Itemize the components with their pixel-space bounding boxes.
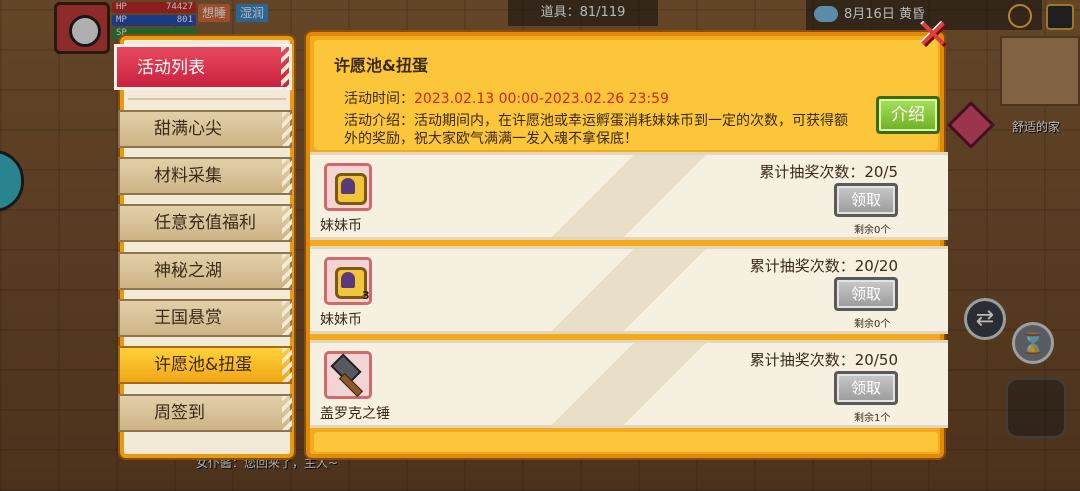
event-time-value: 2023.02.13 00:00-2023.02.26 23:59 (414, 91, 669, 107)
hammer-icon[interactable] (324, 351, 372, 399)
intro-button[interactable]: 介绍 (876, 96, 940, 134)
event-time: 活动时间：2023.02.13 00:00-2023.02.26 23:59 (344, 90, 669, 108)
draw-progress: 累计抽奖次数：20/5 (759, 163, 898, 181)
sidebar-item-weekly-signin[interactable]: 周签到 (118, 394, 292, 432)
sidebar-item-material-gathering[interactable]: 材料采集 (118, 157, 292, 195)
event-description: 活动介绍：活动期间内，在许愿池或幸运孵蛋消耗妹妹币到一定的次数，可获得额外的奖励… (344, 113, 848, 147)
claim-button[interactable]: 领取 (834, 183, 898, 217)
claim-button[interactable]: 领取 (834, 277, 898, 311)
reward-name: 妹妹币 (320, 218, 362, 234)
event-detail-panel: 许愿池&扭蛋 活动时间：2023.02.13 00:00-2023.02.26 … (306, 32, 948, 458)
reward-quantity: 3 (362, 289, 370, 302)
reward-row: 妹妹币 累计抽奖次数：20/5 领取 剩余0个 (310, 152, 948, 240)
reward-name: 妹妹币 (320, 312, 362, 328)
reward-name: 盖罗克之锤 (320, 406, 390, 422)
event-title: 许愿池&扭蛋 (334, 56, 428, 75)
panel-footer (314, 432, 938, 452)
sidebar-item-sweet-heart[interactable]: 甜满心尖 (118, 110, 292, 148)
sidebar-item-mystery-lake[interactable]: 神秘之湖 (118, 252, 292, 290)
event-time-label: 活动时间： (344, 91, 414, 107)
draw-progress: 累计抽奖次数：20/50 (749, 351, 898, 369)
remaining-count: 剩余0个 (854, 319, 891, 330)
tab-event-list[interactable]: 活动列表 (114, 44, 292, 90)
divider (128, 98, 286, 100)
sidebar-item-kingdom-bounty[interactable]: 王国悬赏 (118, 299, 292, 337)
remaining-count: 剩余1个 (854, 413, 891, 424)
close-icon[interactable]: ✕ (914, 15, 952, 55)
event-category-panel: 活动列表 甜满心尖 材料采集 任意充值福利 神秘之湖 王国悬赏 许愿池&扭蛋 周… (114, 36, 294, 458)
event-header: 许愿池&扭蛋 活动时间：2023.02.13 00:00-2023.02.26 … (314, 40, 940, 150)
reward-row: 3 妹妹币 累计抽奖次数：20/20 领取 剩余0个 (310, 246, 948, 334)
reward-row: 盖罗克之锤 累计抽奖次数：20/50 领取 剩余1个 (310, 340, 948, 428)
sidebar-item-wishing-well[interactable]: 许愿池&扭蛋 (118, 346, 292, 384)
sidebar-item-recharge-bonus[interactable]: 任意充值福利 (118, 204, 292, 242)
claim-button[interactable]: 领取 (834, 371, 898, 405)
draw-progress: 累计抽奖次数：20/20 (749, 257, 898, 275)
remaining-count: 剩余0个 (854, 225, 891, 236)
sister-coin-icon[interactable] (324, 163, 372, 211)
